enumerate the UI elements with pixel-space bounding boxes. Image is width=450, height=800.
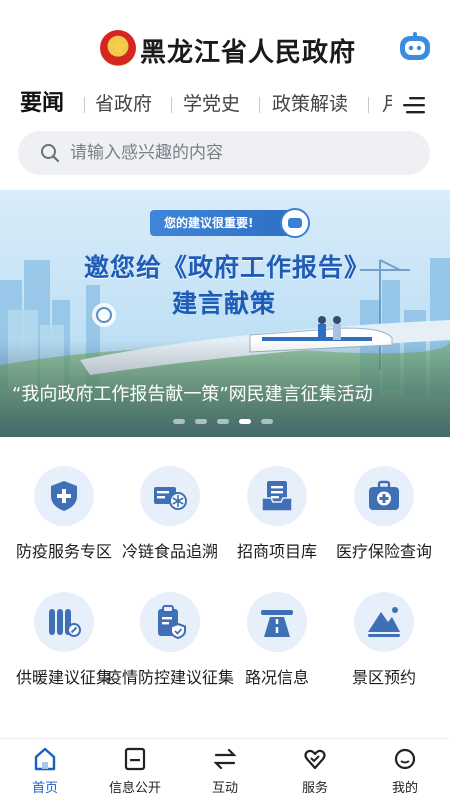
heart-check-icon [304, 749, 326, 770]
tab-policy-interpretation[interactable]: 政策解读 [272, 88, 348, 120]
exchange-icon [214, 748, 236, 770]
medical-kit-icon [354, 466, 414, 526]
clipboard-shield-icon [140, 592, 200, 652]
search-input[interactable] [70, 131, 410, 175]
national-emblem-icon [100, 30, 136, 66]
banner-caption: “我向政府工作报告献一策”网民建言征集活动 [12, 384, 373, 405]
carousel-dot[interactable] [217, 419, 229, 424]
service-medical-insurance[interactable]: 医疗保险查询 [328, 466, 440, 576]
service-label: 医疗保险查询 [335, 542, 432, 561]
nav-profile[interactable]: 我的 [360, 739, 450, 800]
service-investment-projects[interactable]: 招商项目库 [221, 466, 333, 576]
service-road-conditions[interactable]: 路况信息 [221, 592, 333, 702]
tab-news[interactable]: 要闻 [20, 88, 64, 120]
road-icon [247, 592, 307, 652]
banner-headline: 邀您给《政府工作报告》 [84, 253, 371, 282]
service-label: 冷链食品追溯 [121, 542, 218, 561]
search-bar[interactable] [18, 131, 430, 175]
nav-home-label: 首页 [31, 781, 58, 796]
cold-chain-truck-icon [140, 466, 200, 526]
nav-info-label: 信息公开 [108, 781, 161, 796]
tab-divider [84, 97, 85, 113]
carousel-dot[interactable] [173, 419, 185, 424]
document-icon [124, 747, 146, 771]
app-title: 黑龙江省人民政府 [140, 38, 357, 68]
service-scenic-reservation[interactable]: 景区预约 [328, 592, 440, 702]
app-header: 黑龙江省人民政府 [0, 0, 450, 88]
search-icon [40, 143, 60, 167]
mountain-icon [354, 592, 414, 652]
nav-info-disclosure[interactable]: 信息公开 [90, 739, 180, 800]
profile-face-icon [394, 748, 416, 770]
tab-partial[interactable]: 月 [382, 88, 392, 120]
service-label: 路况信息 [244, 668, 309, 687]
service-epidemic-zone[interactable]: 防疫服务专区 [8, 466, 120, 576]
menu-icon[interactable] [403, 96, 425, 114]
nav-interaction-label: 互动 [211, 781, 238, 796]
service-label: 景区预约 [351, 668, 416, 687]
nav-services[interactable]: 服务 [270, 739, 360, 800]
project-list-icon [247, 466, 307, 526]
radiator-icon [34, 592, 94, 652]
nav-home[interactable]: 首页 [0, 739, 90, 800]
carousel-dot[interactable] [195, 419, 207, 424]
nav-profile-label: 我的 [391, 781, 418, 796]
service-label: 招商项目库 [236, 542, 317, 561]
nav-services-label: 服务 [301, 781, 328, 796]
tab-party-history[interactable]: 学党史 [183, 88, 240, 120]
carousel-dot-active[interactable] [239, 419, 251, 424]
tab-overflow: 月 [378, 88, 392, 122]
tab-divider [259, 97, 260, 113]
tab-provincial-government[interactable]: 省政府 [95, 88, 152, 120]
shield-plus-icon [34, 466, 94, 526]
chat-bubble-icon [280, 208, 310, 238]
nav-interaction[interactable]: 互动 [180, 739, 270, 800]
robot-assistant-icon[interactable] [398, 32, 432, 62]
banner-badge: 您的建议很重要! [150, 208, 310, 238]
home-icon [34, 747, 56, 771]
service-heating-suggestions[interactable]: 供暖建议征集 [8, 592, 120, 712]
carousel-dot[interactable] [261, 419, 273, 424]
banner-subheadline: 建言献策 [172, 289, 277, 318]
promo-banner[interactable]: 您的建议很重要! 邀您给《政府工作报告》 建言献策 “我向政府工作报告献一策”网… [0, 190, 450, 437]
service-epidemic-control-suggestions[interactable]: 疫情防控建议征集 [106, 592, 234, 712]
tab-divider [171, 97, 172, 113]
service-cold-chain[interactable]: 冷链食品追溯 [114, 466, 226, 576]
banner-badge-text: 您的建议很重要! [164, 216, 254, 230]
bottom-navigation: 首页 信息公开 互动 服务 我的 [0, 738, 450, 800]
tab-divider [368, 97, 369, 113]
